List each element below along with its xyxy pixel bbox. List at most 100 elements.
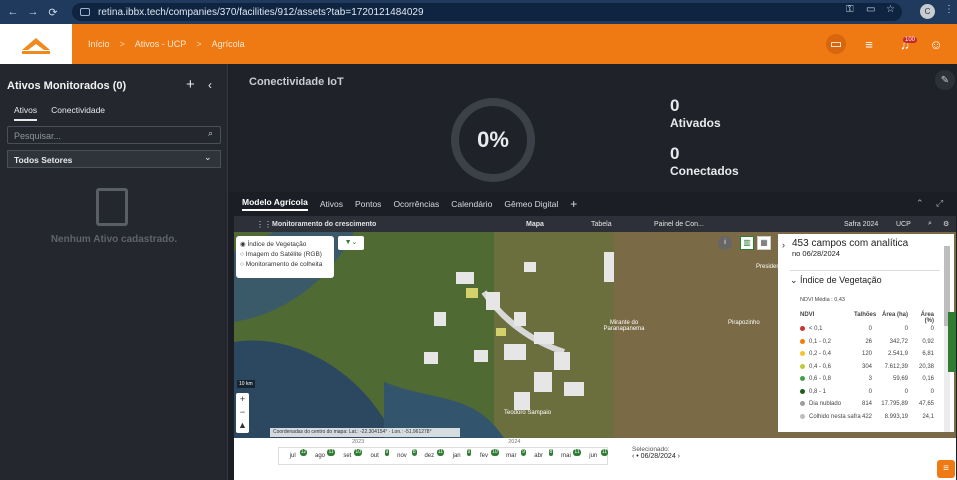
legend-dot-icon <box>800 388 805 394</box>
legend-dot-icon <box>800 401 805 406</box>
forward-icon[interactable]: → <box>26 6 40 18</box>
app-header: Início > Ativos - UCP > Agrícola ▭ ≡ ♫ ☺ <box>0 24 957 64</box>
settings-icon[interactable]: ⚙ <box>943 220 949 228</box>
legend-dot-icon <box>800 326 805 331</box>
add-icon[interactable]: + <box>186 76 195 93</box>
month-item[interactable]: jul 12 <box>279 448 308 464</box>
month-item[interactable]: jun 11 <box>580 448 608 464</box>
empty-state-text: Nenhum Ativo cadastrado. <box>50 234 178 245</box>
month-item[interactable]: jan 9 <box>443 448 472 464</box>
menu-kebab-icon[interactable]: ⋮ <box>944 4 954 15</box>
month-item[interactable]: mar 9 <box>498 448 526 464</box>
month-item[interactable]: mai 11 <box>552 448 581 464</box>
legend-dot-icon <box>800 363 805 369</box>
tab-assets-module[interactable]: Ativos <box>320 199 343 209</box>
month-item[interactable]: ago 11 <box>306 448 335 464</box>
layer-rgb[interactable]: ○ Imagem do Satélite (RGB) <box>240 251 330 258</box>
timeline-years: 2023 2024 <box>352 439 521 445</box>
month-item[interactable]: dez 11 <box>416 448 444 464</box>
ndvi-mean: NDVI Média : 0,43 <box>800 297 845 303</box>
zoom-in-icon[interactable]: + <box>236 393 249 406</box>
view-table[interactable]: Tabela <box>591 221 612 228</box>
month-strip: jul 12 ago 11 set 10 out 9 nov 8 dez 11 jan 9 fev 10 mar… <box>278 447 608 465</box>
month-item[interactable]: set 10 <box>334 448 362 464</box>
notification-badge: 100 <box>903 37 918 43</box>
activated-stat: 0 Ativados <box>670 96 721 130</box>
profile-avatar[interactable]: C <box>920 4 935 19</box>
map-toolbar: ⋮⋮ Monitoramento do crescimento Mapa Tab… <box>234 216 956 232</box>
bookmark-star-icon[interactable]: ☆ <box>886 4 895 15</box>
edit-pencil-icon[interactable]: ✎ <box>935 70 955 90</box>
legend-dot-icon <box>800 376 805 381</box>
user-icon[interactable]: ☺ <box>926 34 946 54</box>
monitor-icon[interactable]: ▭ <box>826 34 846 54</box>
collapse-icon[interactable]: ⌃ <box>916 198 924 209</box>
tab-connectivity[interactable]: Conectividade <box>51 105 105 121</box>
chat-fab-icon[interactable]: ≡ <box>937 460 955 478</box>
month-item[interactable]: nov 8 <box>388 448 417 464</box>
ndvi-row: 0,2 - 0,4 120 2.541,9 6,81 <box>800 351 934 357</box>
sector-select[interactable]: Todos Setores <box>7 150 221 168</box>
url-text: retina.ibbx.tech/companies/370/facilitie… <box>98 6 424 18</box>
tab-points[interactable]: Pontos <box>355 199 381 209</box>
expand-icon[interactable]: ⤢ <box>936 198 943 209</box>
map-label-teodoro: Teodoro Sampaio <box>504 410 552 416</box>
key-icon[interactable]: ⚿ <box>846 4 854 15</box>
list-icon[interactable]: ≡ <box>859 34 879 54</box>
timeline-bar: 2023 2024 jul 12 ago 11 set 10 out 9 nov 8 dez 11 jan… <box>234 438 956 480</box>
compass-icon[interactable]: ▲ <box>236 419 249 432</box>
month-count-badge: 11 <box>600 449 608 456</box>
breadcrumb-current: Agrícola <box>211 39 245 49</box>
filter-icon[interactable]: ▼⌄ <box>338 236 364 250</box>
cast-icon[interactable]: ▭ <box>866 4 875 15</box>
split-view-icon[interactable]: ▥ <box>740 236 754 250</box>
month-item[interactable]: fev 10 <box>470 448 499 464</box>
chevron-left-icon[interactable]: ‹ <box>208 78 212 92</box>
chevron-right-icon[interactable]: › <box>782 240 785 250</box>
grid-menu-icon[interactable]: ⋮⋮ <box>256 220 272 229</box>
reload-icon[interactable]: ⟳ <box>46 6 60 19</box>
map-coordinates: Coordenadas do centro do mapa: Lat.: -22… <box>270 428 460 437</box>
back-icon[interactable]: ← <box>6 6 20 18</box>
chevron-down-icon[interactable]: ⌄ <box>204 152 212 163</box>
tab-agricultural-model[interactable]: Modelo Agrícola <box>242 197 308 211</box>
site-info-icon[interactable] <box>80 8 90 16</box>
connectivity-gauge: 0% <box>451 98 535 182</box>
ndvi-section-header[interactable]: ⌄ Índice de Vegetação <box>790 270 940 286</box>
breadcrumb-home[interactable]: Início <box>88 39 110 49</box>
tab-digital-twin[interactable]: Gêmeo Digital <box>504 199 558 209</box>
search-input[interactable]: Pesquisar... <box>7 126 221 144</box>
info-icon[interactable]: i <box>718 236 732 250</box>
map-scale: 10 km <box>237 380 255 388</box>
selected-date: Selecionado: ‹ • 06/28/2024 › <box>632 446 680 460</box>
unit-select[interactable]: UCP <box>896 221 911 228</box>
search-icon[interactable]: ⌕ <box>208 128 213 139</box>
ndvi-row: < 0,1 0 0 0 <box>800 326 934 332</box>
view-map[interactable]: Mapa <box>526 221 544 228</box>
layer-ndvi[interactable]: ◉ Índice de Vegetação <box>240 240 330 248</box>
tab-assets[interactable]: Ativos <box>14 105 38 121</box>
zoom-out-icon[interactable]: − <box>236 406 249 419</box>
tab-calendar[interactable]: Calendário <box>451 199 492 209</box>
month-item[interactable]: abr 8 <box>525 448 554 464</box>
section-title: Monitoramento do crescimento <box>272 220 377 228</box>
iot-title: Conectividade IoT <box>249 76 344 88</box>
view-panel[interactable]: Painel de Con... <box>654 221 704 228</box>
add-tab-icon[interactable]: + <box>570 197 577 211</box>
module-tabs: Modelo Agrícola Ativos Pontos Ocorrência… <box>229 194 957 214</box>
season-select[interactable]: Safra 2024 <box>844 221 878 228</box>
help-feedback-tab[interactable] <box>948 312 956 372</box>
month-item[interactable]: out 9 <box>361 448 390 464</box>
iot-connectivity-card: Conectividade IoT 0% 0 Ativados 0 Conect… <box>229 64 957 192</box>
address-bar[interactable]: retina.ibbx.tech/companies/370/facilitie… <box>72 3 902 21</box>
breadcrumb-assets[interactable]: Ativos - UCP <box>135 39 187 49</box>
ndvi-row: 0,1 - 0,2 26 342,72 0,92 <box>800 338 934 345</box>
ndvi-row: Colhido nesta safra 422 8.993,19 24,1 <box>800 413 934 420</box>
brand-logo[interactable] <box>0 24 72 64</box>
tab-occurrences[interactable]: Ocorrências <box>393 199 439 209</box>
panel-count-title: 453 campos com analítica <box>792 238 909 249</box>
grid-view-icon[interactable]: ▦ <box>757 236 771 250</box>
ndvi-row: 0,6 - 0,8 3 59,69 0,16 <box>800 376 934 382</box>
layer-harvest[interactable]: ○ Monitoramento de colheita <box>240 261 330 268</box>
search-map-icon[interactable]: ⌕ <box>928 220 932 228</box>
